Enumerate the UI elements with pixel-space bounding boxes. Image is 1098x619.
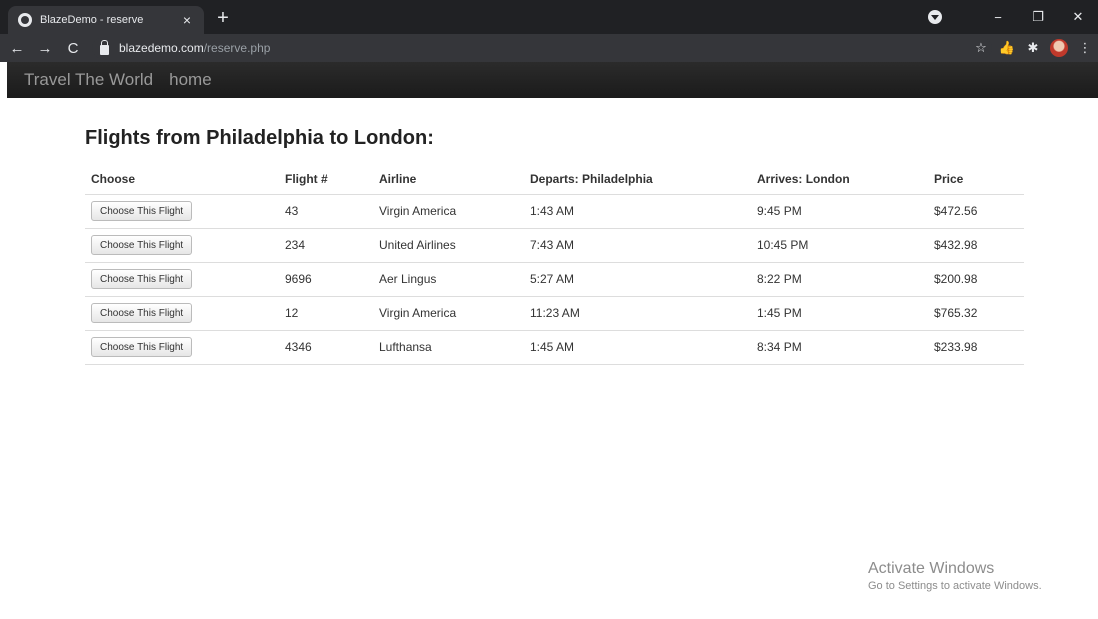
new-tab-button[interactable]: + bbox=[212, 8, 234, 30]
download-circle-icon[interactable] bbox=[928, 10, 942, 24]
profile-avatar[interactable] bbox=[1050, 39, 1068, 57]
flight-number: 234 bbox=[279, 228, 373, 263]
globe-icon bbox=[18, 13, 32, 27]
table-row: Choose This Flight 9696 Aer Lingus 5:27 … bbox=[85, 262, 1024, 297]
airline: Aer Lingus bbox=[373, 262, 524, 297]
airline: United Airlines bbox=[373, 228, 524, 263]
arrival-time: 8:34 PM bbox=[751, 330, 928, 365]
table-row: Choose This Flight 4346 Lufthansa 1:45 A… bbox=[85, 330, 1024, 365]
arrival-time: 10:45 PM bbox=[751, 228, 928, 263]
choose-flight-button[interactable]: Choose This Flight bbox=[91, 201, 193, 221]
address-bar[interactable]: blazedemo.com/reserve.php bbox=[92, 37, 992, 59]
browser-tabstrip: BlazeDemo - reserve × + − ❐ ✕ bbox=[0, 0, 1098, 34]
airline: Virgin America bbox=[373, 296, 524, 331]
arrival-time: 8:22 PM bbox=[751, 262, 928, 297]
url-host: blazedemo.com bbox=[119, 41, 204, 55]
page-title: Flights from Philadelphia to London: bbox=[85, 127, 434, 149]
price: $472.56 bbox=[928, 194, 1024, 229]
choose-flight-button[interactable]: Choose This Flight bbox=[91, 235, 193, 255]
price: $233.98 bbox=[928, 330, 1024, 365]
column-header-arrives: Arrives: London bbox=[751, 164, 928, 195]
browser-tab[interactable]: BlazeDemo - reserve × bbox=[8, 6, 204, 34]
reload-button[interactable]: C bbox=[62, 40, 84, 57]
table-row: Choose This Flight 234 United Airlines 7… bbox=[85, 228, 1024, 263]
watermark-subtitle: Go to Settings to activate Windows. bbox=[868, 580, 1042, 592]
toolbar-icons: ☆ 👍 ✱ ⋮ bbox=[968, 34, 1098, 62]
site-navbar: Travel The World home bbox=[7, 62, 1098, 98]
arrival-time: 9:45 PM bbox=[751, 194, 928, 229]
table-row: Choose This Flight 12 Virgin America 11:… bbox=[85, 296, 1024, 331]
close-window-button[interactable]: ✕ bbox=[1058, 9, 1098, 25]
flight-number: 9696 bbox=[279, 262, 373, 297]
flight-number: 43 bbox=[279, 194, 373, 229]
extensions-puzzle-icon[interactable]: ✱ bbox=[1020, 40, 1046, 56]
tab-title: BlazeDemo - reserve bbox=[40, 14, 144, 26]
column-header-departs: Departs: Philadelphia bbox=[524, 164, 751, 195]
forward-button[interactable]: → bbox=[34, 40, 56, 57]
main-content: Flights from Philadelphia to London: Cho… bbox=[85, 127, 1024, 365]
window-controls: − ❐ ✕ bbox=[978, 0, 1098, 34]
airline: Lufthansa bbox=[373, 330, 524, 365]
brand-link[interactable]: Travel The World bbox=[24, 70, 153, 90]
column-header-choose: Choose bbox=[85, 164, 279, 195]
departure-time: 1:43 AM bbox=[524, 194, 751, 229]
restore-button[interactable]: ❐ bbox=[1018, 9, 1058, 25]
column-header-price: Price bbox=[928, 164, 1024, 195]
back-button[interactable]: ← bbox=[6, 40, 28, 57]
column-header-flight: Flight # bbox=[279, 164, 373, 195]
price: $432.98 bbox=[928, 228, 1024, 263]
departure-time: 11:23 AM bbox=[524, 296, 751, 331]
column-header-airline: Airline bbox=[373, 164, 524, 195]
bookmark-star-icon[interactable]: ☆ bbox=[968, 40, 994, 56]
home-link[interactable]: home bbox=[169, 70, 212, 90]
thumbs-up-extension-icon[interactable]: 👍 bbox=[994, 40, 1020, 56]
departure-time: 5:27 AM bbox=[524, 262, 751, 297]
browser-toolbar: ← → C blazedemo.com/reserve.php ☆ 👍 ✱ ⋮ bbox=[0, 34, 1098, 62]
arrival-time: 1:45 PM bbox=[751, 296, 928, 331]
tab-close-icon[interactable]: × bbox=[180, 12, 194, 28]
url-path: /reserve.php bbox=[203, 41, 271, 55]
flights-table: Choose Flight # Airline Departs: Philade… bbox=[85, 164, 1024, 365]
flight-number: 12 bbox=[279, 296, 373, 331]
choose-flight-button[interactable]: Choose This Flight bbox=[91, 269, 193, 289]
lock-icon[interactable] bbox=[100, 39, 109, 55]
table-row: Choose This Flight 43 Virgin America 1:4… bbox=[85, 194, 1024, 229]
browser-menu-icon[interactable]: ⋮ bbox=[1072, 40, 1098, 56]
activate-windows-watermark: Activate Windows Go to Settings to activ… bbox=[868, 560, 1042, 592]
departure-time: 1:45 AM bbox=[524, 330, 751, 365]
price: $200.98 bbox=[928, 262, 1024, 297]
table-header-row: Choose Flight # Airline Departs: Philade… bbox=[85, 164, 1024, 195]
watermark-title: Activate Windows bbox=[868, 560, 995, 577]
choose-flight-button[interactable]: Choose This Flight bbox=[91, 337, 193, 357]
departure-time: 7:43 AM bbox=[524, 228, 751, 263]
airline: Virgin America bbox=[373, 194, 524, 229]
price: $765.32 bbox=[928, 296, 1024, 331]
choose-flight-button[interactable]: Choose This Flight bbox=[91, 303, 193, 323]
flight-number: 4346 bbox=[279, 330, 373, 365]
minimize-button[interactable]: − bbox=[978, 10, 1018, 25]
